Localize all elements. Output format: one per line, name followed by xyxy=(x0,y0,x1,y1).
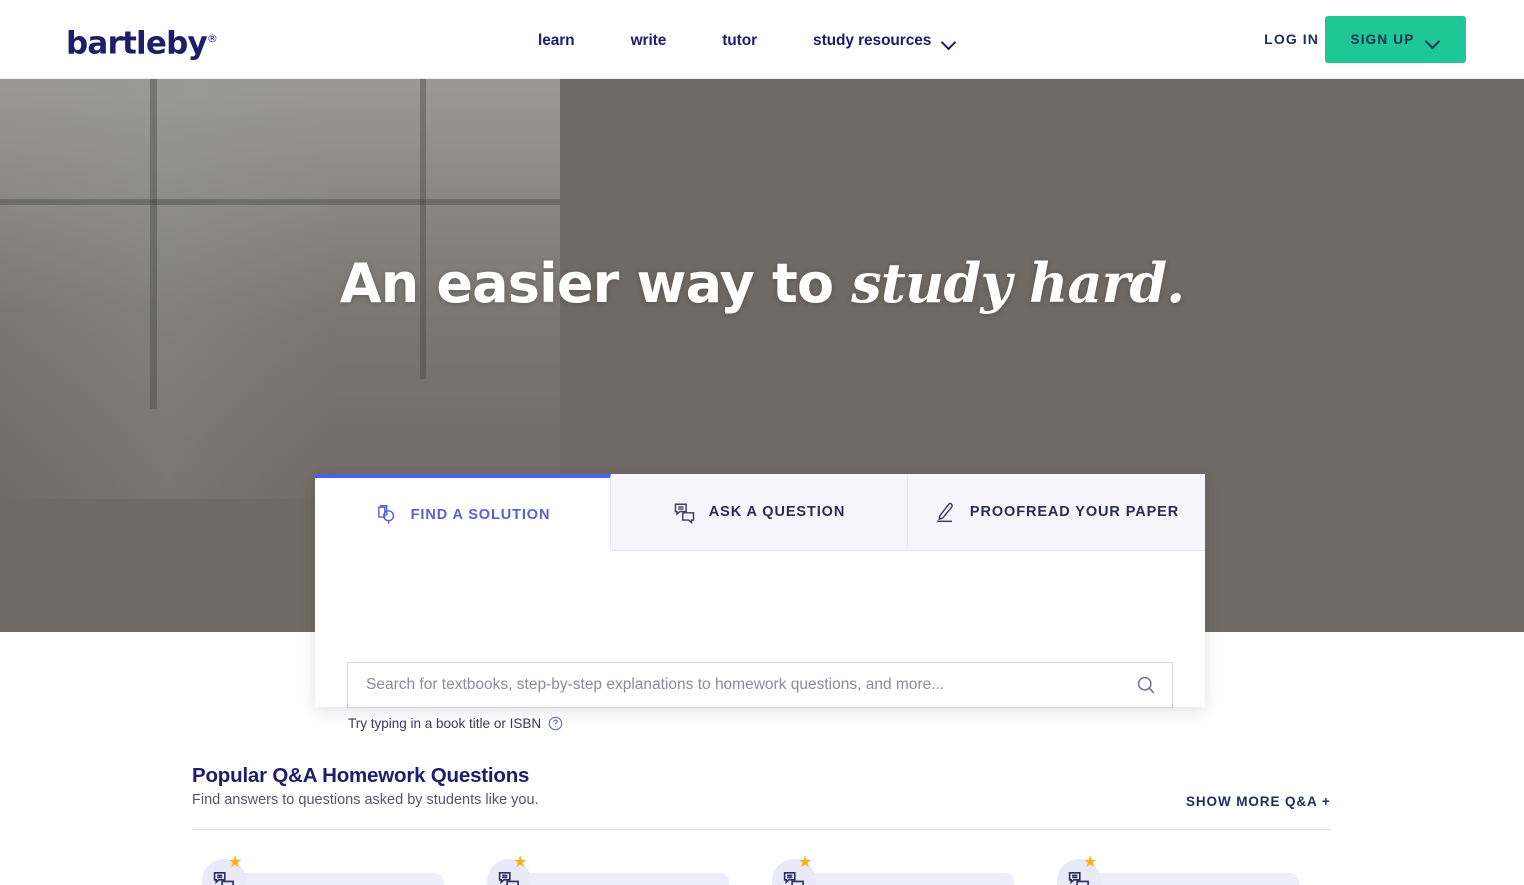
show-more-qa-button[interactable]: SHOW MORE Q&A + xyxy=(1186,794,1331,809)
search-hint: Try typing in a book title or ISBN xyxy=(348,716,563,731)
hero-window-frame-vertical xyxy=(150,79,157,409)
search-input[interactable] xyxy=(348,676,1120,694)
brand-logo-text: bartleby xyxy=(66,25,208,62)
tab-find-a-solution[interactable]: FIND A SOLUTION xyxy=(315,474,611,551)
tab-ask-a-question[interactable]: ASK A QUESTION xyxy=(611,474,908,551)
qa-card-placeholder-bar xyxy=(1077,873,1299,885)
hero-headline: An easier way to study hard. xyxy=(0,251,1524,315)
signup-button[interactable]: SIGN UP xyxy=(1325,16,1466,63)
nav-item-write[interactable]: write xyxy=(603,28,695,54)
chevron-down-icon xyxy=(1427,36,1440,44)
search-body: Try typing in a book title or ISBN xyxy=(315,551,1205,731)
qa-section-divider xyxy=(192,829,1330,830)
nav-item-study-resources[interactable]: study resources xyxy=(785,28,984,54)
tab-proofread-your-paper[interactable]: PROOFREAD YOUR PAPER xyxy=(908,474,1205,551)
qa-card[interactable]: ★ xyxy=(192,852,477,885)
search-box[interactable] xyxy=(347,662,1173,708)
nav-item-tutor[interactable]: tutor xyxy=(694,28,785,54)
pen-edit-icon xyxy=(934,501,957,524)
page-root: bartleby® learn write tutor study resour… xyxy=(0,0,1524,885)
hero-window-frame-vertical xyxy=(420,79,426,379)
qa-card-placeholder-bar xyxy=(222,873,444,885)
brand-logo[interactable]: bartleby® xyxy=(66,19,218,63)
chat-bubbles-icon xyxy=(498,872,519,885)
hero-window-frame-horizontal xyxy=(0,199,560,205)
signup-button-label: SIGN UP xyxy=(1350,32,1415,47)
hero-headline-plain: An easier way to xyxy=(339,252,852,315)
qa-card-placeholder-bar xyxy=(792,873,1014,885)
chat-bubbles-icon xyxy=(1068,872,1089,885)
tab-proofread-your-paper-label: PROOFREAD YOUR PAPER xyxy=(969,504,1180,520)
search-card: FIND A SOLUTION ASK A QUESTION PROOFREAD… xyxy=(315,474,1205,731)
login-button[interactable]: LOG IN xyxy=(1264,31,1319,47)
qa-card-placeholder-bar xyxy=(507,873,729,885)
tab-ask-a-question-label: ASK A QUESTION xyxy=(708,504,846,520)
qa-section-subtitle: Find answers to questions asked by stude… xyxy=(192,792,539,808)
nav-item-study-resources-label: study resources xyxy=(813,32,932,49)
search-hint-label: Try typing in a book title or ISBN xyxy=(348,716,542,731)
search-icon[interactable] xyxy=(1120,674,1172,696)
qa-card[interactable]: ★ xyxy=(762,852,1047,885)
book-search-icon xyxy=(375,503,398,526)
star-icon: ★ xyxy=(228,854,243,871)
star-icon: ★ xyxy=(798,854,813,871)
main-navigation: learn write tutor study resources xyxy=(510,28,984,54)
trademark-symbol: ® xyxy=(206,32,218,45)
chat-bubbles-icon xyxy=(673,501,696,524)
qa-card-list: ★ ★ ★ ★ xyxy=(192,852,1362,885)
star-icon: ★ xyxy=(513,854,528,871)
chevron-down-icon xyxy=(943,37,956,45)
site-header: bartleby® learn write tutor study resour… xyxy=(0,0,1524,79)
star-icon: ★ xyxy=(1083,854,1098,871)
qa-card[interactable]: ★ xyxy=(477,852,762,885)
nav-item-learn[interactable]: learn xyxy=(510,28,603,54)
chat-bubbles-icon xyxy=(783,872,804,885)
search-tabs: FIND A SOLUTION ASK A QUESTION PROOFREAD… xyxy=(315,474,1205,551)
chat-bubbles-icon xyxy=(213,872,234,885)
hero-headline-italic: study hard. xyxy=(851,251,1185,315)
qa-section-title: Popular Q&A Homework Questions xyxy=(192,764,530,787)
help-circle-icon[interactable] xyxy=(548,716,563,731)
qa-card[interactable]: ★ xyxy=(1047,852,1332,885)
tab-find-a-solution-label: FIND A SOLUTION xyxy=(410,506,551,523)
